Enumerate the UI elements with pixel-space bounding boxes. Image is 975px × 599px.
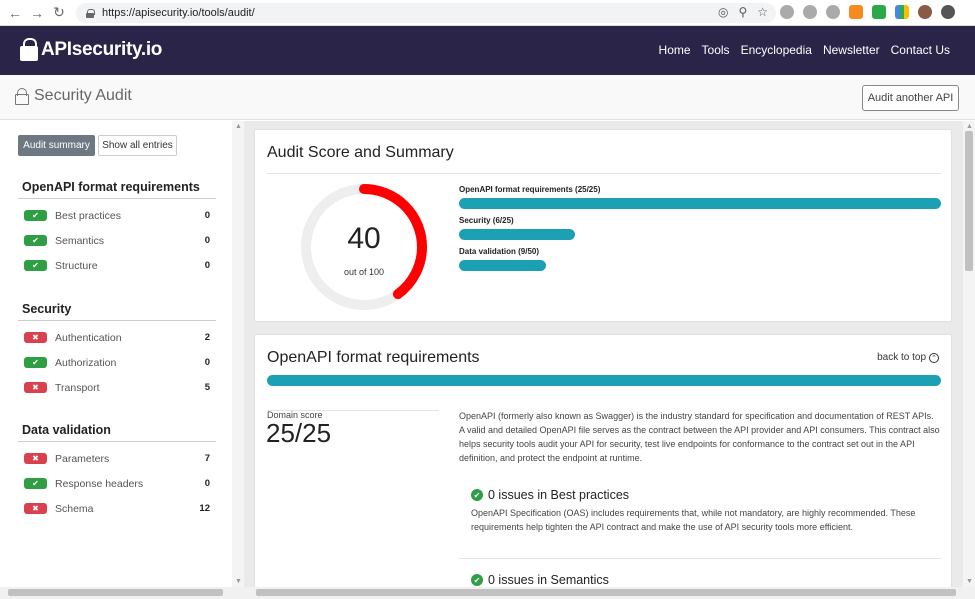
audit-summary-card: Audit Score and Summary 40 out of 100 Op… <box>254 129 952 322</box>
back-arrow-icon[interactable]: ← <box>4 2 26 24</box>
scrollbar-thumb[interactable] <box>8 589 223 596</box>
chevron-up-icon: ⌃ <box>929 352 939 363</box>
horizontal-scrollbar[interactable] <box>0 587 975 599</box>
issue-block-semantics: ✔ 0 issues in Semantics <box>471 573 941 587</box>
check-icon: ✔ <box>24 235 47 246</box>
check-icon: ✔ <box>24 478 47 489</box>
sidebar-item-authentication[interactable]: ✖ Authentication 2 <box>18 325 216 350</box>
back-to-top-link[interactable]: back to top ⌃ <box>877 352 939 363</box>
progress-bar <box>459 198 941 209</box>
url-text: https://apisecurity.io/tools/audit/ <box>102 7 255 19</box>
scrollbar-thumb[interactable] <box>965 131 973 271</box>
extension-icon[interactable] <box>803 5 817 19</box>
scroll-down-icon[interactable]: ▼ <box>235 578 242 585</box>
nav-encyclopedia[interactable]: Encyclopedia <box>741 43 812 57</box>
nav-newsletter[interactable]: Newsletter <box>823 43 880 57</box>
sidebar-item-parameters[interactable]: ✖ Parameters 7 <box>18 446 216 471</box>
issue-block-best-practices: ✔ 0 issues in Best practices OpenAPI Spe… <box>471 488 941 534</box>
scroll-up-icon[interactable]: ▲ <box>966 123 973 130</box>
category-bars: OpenAPI format requirements (25/25) Secu… <box>459 185 941 278</box>
title-bar: Security Audit Audit another API <box>0 75 975 120</box>
sidebar-section-security: Security ✖ Authentication 2 ✔ Authorizat… <box>18 302 216 400</box>
browser-toolbar: ← → ↻ https://apisecurity.io/tools/audit… <box>0 0 975 26</box>
sidebar-item-semantics[interactable]: ✔ Semantics 0 <box>18 228 216 253</box>
bar-label: Security (6/25) <box>459 216 514 225</box>
sidebar-scrollbar[interactable]: ▲ ▼ <box>232 121 244 587</box>
score-value: 40 <box>347 222 381 255</box>
sidebar-item-transport[interactable]: ✖ Transport 5 <box>18 375 216 400</box>
score-gauge: 40 out of 100 <box>299 182 429 312</box>
issue-title: ✔ 0 issues in Semantics <box>471 573 941 587</box>
extension-icon[interactable] <box>826 5 840 19</box>
nav-home[interactable]: Home <box>659 43 691 57</box>
main-nav: Home Tools Encyclopedia Newsletter Conta… <box>659 43 950 57</box>
scroll-down-icon[interactable]: ▼ <box>966 578 973 585</box>
site-logo[interactable]: APIsecurity.io <box>20 37 162 63</box>
nav-contact-us[interactable]: Contact Us <box>891 43 950 57</box>
extension-icon[interactable] <box>849 5 863 19</box>
check-icon: ✔ <box>24 357 47 368</box>
divider <box>459 558 941 559</box>
download-icon[interactable] <box>941 5 955 19</box>
bookmark-star-icon[interactable]: ☆ <box>757 5 768 19</box>
audit-summary-button[interactable]: Audit summary <box>18 135 95 156</box>
x-icon: ✖ <box>24 332 47 343</box>
extension-icon[interactable] <box>780 5 794 19</box>
domain-description: OpenAPI (formerly also known as Swagger)… <box>459 411 940 463</box>
sidebar-item-schema[interactable]: ✖ Schema 12 <box>18 496 216 521</box>
lock-logo-icon <box>20 37 38 63</box>
translate-icon[interactable]: ◎ <box>718 5 728 19</box>
sidebar-item-best-practices[interactable]: ✔ Best practices 0 <box>18 203 216 228</box>
bar-label: OpenAPI format requirements (25/25) <box>459 185 601 194</box>
score-subtitle: out of 100 <box>343 267 385 277</box>
divider <box>267 173 941 174</box>
sidebar-item-response-headers[interactable]: ✔ Response headers 0 <box>18 471 216 496</box>
sidebar-item-authorization[interactable]: ✔ Authorization 0 <box>18 350 216 375</box>
sidebar-section-data-validation: Data validation ✖ Parameters 7 ✔ Respons… <box>18 423 216 521</box>
extension-icon[interactable] <box>895 5 909 19</box>
check-icon: ✔ <box>24 260 47 271</box>
lock-icon <box>86 8 95 18</box>
check-icon: ✔ <box>24 210 47 221</box>
progress-bar <box>459 229 575 240</box>
sidebar-heading: OpenAPI format requirements <box>18 180 216 199</box>
audit-another-api-button[interactable]: Audit another API <box>862 85 959 111</box>
x-icon: ✖ <box>24 453 47 464</box>
extension-icon[interactable] <box>872 5 886 19</box>
zoom-icon[interactable]: ⚲ <box>738 5 747 19</box>
bar-label: Data validation (9/50) <box>459 247 540 256</box>
scroll-up-icon[interactable]: ▲ <box>235 123 242 130</box>
x-icon: ✖ <box>24 503 47 514</box>
scrollbar-thumb[interactable] <box>256 589 956 596</box>
address-bar[interactable]: https://apisecurity.io/tools/audit/ ◎ ⚲ … <box>76 3 776 23</box>
sidebar-item-structure[interactable]: ✔ Structure 0 <box>18 253 216 278</box>
card-title: Audit Score and Summary <box>267 144 454 161</box>
card-title: OpenAPI format requirements <box>267 349 480 366</box>
forward-arrow-icon[interactable]: → <box>26 2 48 24</box>
main-scrollbar[interactable]: ▲ ▼ <box>963 121 975 587</box>
sidebar-heading: Data validation <box>18 423 216 442</box>
nav-tools[interactable]: Tools <box>702 43 730 57</box>
sidebar-heading: Security <box>18 302 216 321</box>
reload-icon[interactable]: ↻ <box>48 2 70 24</box>
profile-avatar[interactable] <box>918 5 932 19</box>
lock-icon <box>15 88 29 105</box>
domain-progress-bar <box>267 375 941 386</box>
page-title: Security Audit <box>15 87 132 105</box>
openapi-requirements-card: OpenAPI format requirements back to top … <box>254 334 952 587</box>
check-circle-icon: ✔ <box>471 574 483 586</box>
sidebar-section-openapi: OpenAPI format requirements ✔ Best pract… <box>18 180 216 278</box>
site-header: APIsecurity.io Home Tools Encyclopedia N… <box>0 26 975 75</box>
issue-title: ✔ 0 issues in Best practices <box>471 488 941 502</box>
show-all-entries-button[interactable]: Show all entries <box>98 135 177 156</box>
progress-bar <box>459 260 546 271</box>
sidebar: Audit summary Show all entries OpenAPI f… <box>0 121 232 587</box>
issue-description: OpenAPI Specification (OAS) includes req… <box>471 508 916 532</box>
x-icon: ✖ <box>24 382 47 393</box>
check-circle-icon: ✔ <box>471 489 483 501</box>
domain-score-value: 25/25 <box>266 418 332 448</box>
main-content: Audit Score and Summary 40 out of 100 Op… <box>244 121 963 587</box>
